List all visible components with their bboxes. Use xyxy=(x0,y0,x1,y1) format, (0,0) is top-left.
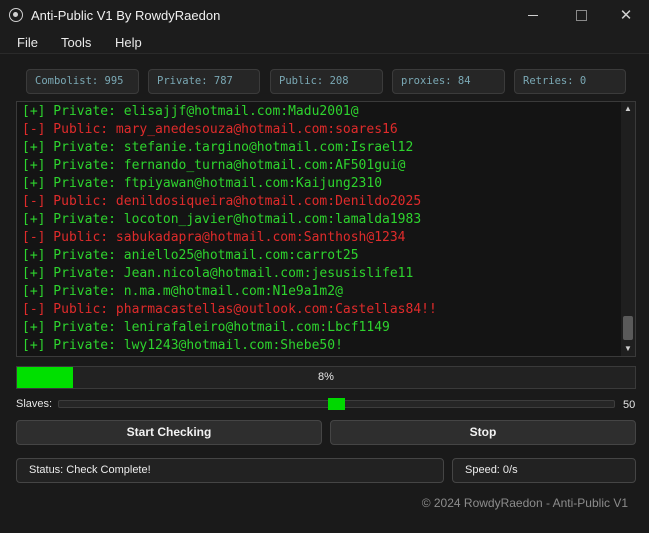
log-lines: [+] Private: elisajjf@hotmail.com:Madu20… xyxy=(22,103,620,355)
slaves-label: Slaves: xyxy=(16,398,53,410)
arrow-down-icon[interactable]: ▼ xyxy=(621,342,635,356)
scrollbar-thumb[interactable] xyxy=(623,316,633,340)
slaves-value: 50 xyxy=(623,399,636,411)
log-line: [+] Private: lwy1243@hotmail.com:Shebe50… xyxy=(22,338,343,353)
progress-bar: 8% xyxy=(16,366,636,389)
log-scrollbar[interactable]: ▲ ▼ xyxy=(621,102,635,356)
progress-label: 8% xyxy=(318,371,334,383)
speed-text: Speed: 0/s xyxy=(452,458,636,483)
log-line: [-] Public: mary_anedesouza@hotmail.com:… xyxy=(22,122,398,137)
log-line: [+] Private: Jean.nicola@hotmail.com:jes… xyxy=(22,266,414,281)
log-line: [-] Public: denildosiqueira@hotmail.com:… xyxy=(22,194,422,209)
public-count: Public: 208 xyxy=(270,69,383,94)
start-checking-button[interactable]: Start Checking xyxy=(16,420,322,445)
menu-bar: File Tools Help xyxy=(0,31,649,54)
stop-button[interactable]: Stop xyxy=(330,420,636,445)
footer-copyright: © 2024 RowdyRaedon - Anti-Public V1 xyxy=(421,496,628,510)
log-line: [+] Private: aniello25@hotmail.com:carro… xyxy=(22,248,359,263)
log-line: [+] Private: ftpiyawan@hotmail.com:Kaiju… xyxy=(22,176,383,191)
log-line: [-] Public: sabukadapra@hotmail.com:Sant… xyxy=(22,230,406,245)
proxies-count: proxies: 84 xyxy=(392,69,505,94)
window-title: Anti-Public V1 By RowdyRaedon xyxy=(31,8,221,23)
slaves-slider-handle[interactable] xyxy=(328,398,345,410)
combolist-count: Combolist: 995 xyxy=(26,69,139,94)
log-line: [-] Public: pharmacastellas@outlook.com:… xyxy=(22,302,437,317)
status-text: Status: Check Complete! xyxy=(16,458,444,483)
results-log[interactable]: [+] Private: elisajjf@hotmail.com:Madu20… xyxy=(16,101,636,357)
retries-count: Retries: 0 xyxy=(514,69,626,94)
menu-tools[interactable]: Tools xyxy=(61,35,91,50)
log-line: [+] Private: elisajjf@hotmail.com:Madu20… xyxy=(22,104,359,119)
app-logo-icon xyxy=(9,8,23,22)
menu-help[interactable]: Help xyxy=(115,35,142,50)
log-line: [+] Private: fernando_turna@hotmail.com:… xyxy=(22,158,406,173)
title-bar: Anti-Public V1 By RowdyRaedon ✕ xyxy=(0,0,649,31)
log-line: [+] Private: n.ma.m@hotmail.com:N1e9a1m2… xyxy=(22,284,343,299)
log-line: [+] Private: stefanie.targino@hotmail.co… xyxy=(22,140,414,155)
log-line: [+] Private: locoton_javier@hotmail.com:… xyxy=(22,212,422,227)
close-icon[interactable]: ✕ xyxy=(603,0,649,31)
minimize-icon[interactable] xyxy=(510,0,556,31)
arrow-up-icon[interactable]: ▲ xyxy=(621,102,635,116)
private-count: Private: 787 xyxy=(148,69,260,94)
maximize-icon[interactable] xyxy=(558,0,604,31)
log-line: [+] Private: lenirafaleiro@hotmail.com:L… xyxy=(22,320,390,335)
menu-file[interactable]: File xyxy=(17,35,38,50)
